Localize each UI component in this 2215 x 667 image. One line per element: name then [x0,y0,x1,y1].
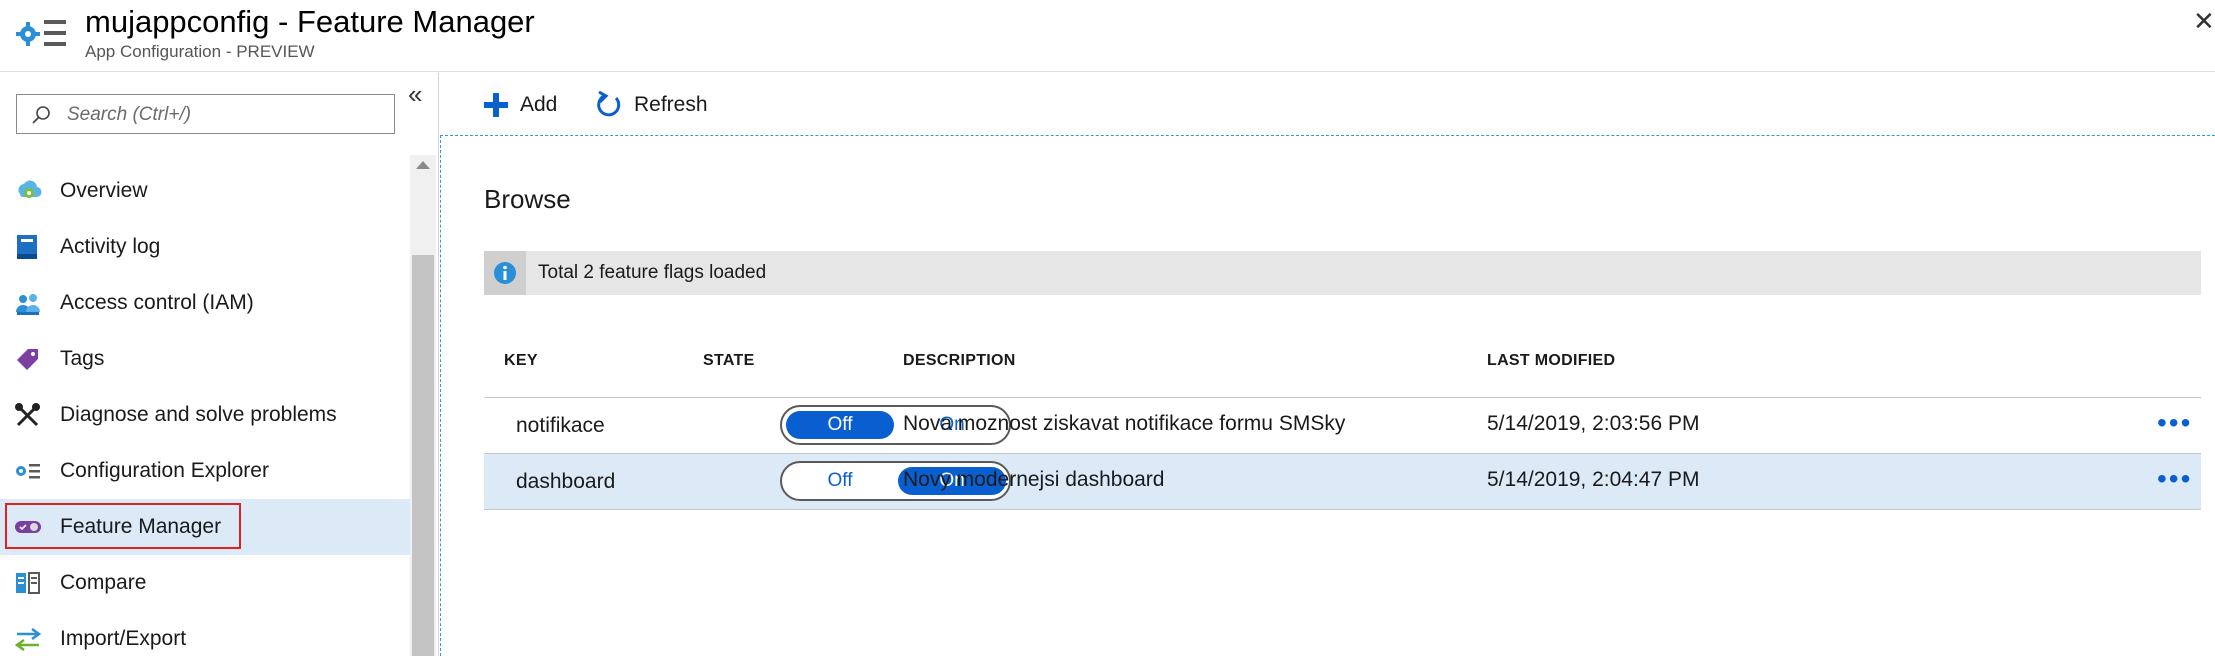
page-title: mujappconfig - Feature Manager [85,4,535,39]
refresh-icon [597,90,621,117]
feature-manager-icon [15,521,41,533]
sidebar-item-activity-log[interactable]: Activity log [0,219,410,275]
sidebar-item-compare[interactable]: Compare [0,555,410,611]
table-row[interactable]: dashboard Off On Novy modernejsi dashboa… [484,454,2201,510]
sidebar-divider [438,73,439,656]
sidebar-item-label: Import/Export [60,627,187,650]
search-input[interactable] [67,101,387,129]
search-box[interactable] [16,94,395,134]
sidebar-item-label: Activity log [60,235,161,258]
more-options-icon[interactable]: ••• [2157,407,2192,439]
toggle-off-option[interactable]: Off [786,467,894,495]
search-icon [32,106,50,124]
column-header-last-modified[interactable]: LAST MODIFIED [1487,352,1615,370]
toggle-off-option[interactable]: Off [786,411,894,439]
sidebar-item-import-export[interactable]: Import/Export [0,611,410,667]
header: mujappconfig - Feature Manager App Confi… [0,0,2215,72]
collapse-sidebar-button[interactable]: « [408,79,422,110]
app-configuration-icon [16,20,66,46]
sidebar-item-label: Configuration Explorer [60,459,269,482]
sidebar-item-diagnose[interactable]: Diagnose and solve problems [0,387,410,443]
wrench-icon [15,403,40,427]
refresh-label: Refresh [634,93,708,116]
sidebar-item-overview[interactable]: Overview [0,163,410,219]
info-text: Total 2 feature flags loaded [538,262,767,283]
import-export-icon [14,627,42,652]
sidebar-item-label: Feature Manager [60,515,222,538]
column-header-state[interactable]: STATE [703,352,755,370]
description-cell: Nova moznost ziskavat notifikace formu S… [903,412,1346,435]
add-button[interactable]: Add [482,85,557,125]
sidebar-item-label: Access control (IAM) [60,291,254,314]
sidebar-item-label: Diagnose and solve problems [60,403,337,426]
sidebar-item-access-control[interactable]: Access control (IAM) [0,275,410,331]
sidebar-nav: Overview Activity log Access control (IA… [0,163,410,667]
tag-icon [17,349,38,370]
sidebar-item-tags[interactable]: Tags [0,331,410,387]
info-bar: Total 2 feature flags loaded [484,251,2201,295]
key-cell: notifikace [516,414,605,437]
section-title: Browse [484,184,571,214]
activity-log-icon [17,235,37,259]
sidebar-item-label: Tags [60,347,105,370]
description-cell: Novy modernejsi dashboard [903,468,1165,491]
last-modified-cell: 5/14/2019, 2:04:47 PM [1487,468,1700,491]
info-icon-box [484,251,526,295]
key-cell: dashboard [516,470,616,493]
last-modified-cell: 5/14/2019, 2:03:56 PM [1487,412,1700,435]
sidebar-item-feature-manager[interactable]: Feature Manager [0,499,410,555]
scroll-up-arrow-icon[interactable] [416,161,430,169]
column-header-key[interactable]: KEY [504,352,538,370]
page-subtitle: App Configuration - PREVIEW [85,42,315,61]
table-row[interactable]: notifikace Off On Nova moznost ziskavat … [484,398,2201,454]
main-content: Browse Total 2 feature flags loaded KEY … [440,135,2215,656]
plus-icon [484,93,508,117]
scroll-thumb[interactable] [412,255,434,656]
access-control-icon [16,294,40,315]
info-icon [494,262,516,284]
sidebar-item-configuration-explorer[interactable]: Configuration Explorer [0,443,410,499]
column-header-description[interactable]: DESCRIPTION [903,352,1016,370]
more-options-icon[interactable]: ••• [2157,463,2192,495]
sidebar-item-label: Overview [60,179,148,202]
add-label: Add [520,93,558,116]
overview-icon [18,180,42,198]
sidebar-scrollbar[interactable] [410,155,436,656]
refresh-button[interactable]: Refresh [594,85,708,125]
configuration-explorer-icon [16,464,40,479]
command-bar: Add Refresh [440,73,2215,135]
sidebar-item-label: Compare [60,571,147,594]
sidebar: « Overview Activity log [0,73,440,656]
compare-icon [16,572,40,594]
close-icon[interactable]: ✕ [2193,6,2215,37]
